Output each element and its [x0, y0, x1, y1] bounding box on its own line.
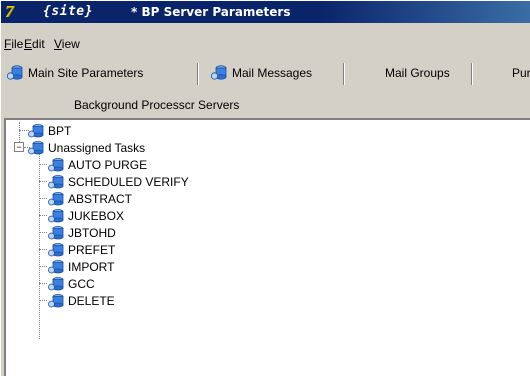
tab-main-site-parameters[interactable]: Main Site Parameters — [6, 61, 143, 85]
title-bar[interactable]: 7 {site} * BP Server Parameters — [1, 1, 530, 23]
tree-item-label: ABSTRACT — [68, 191, 133, 206]
tab-label: Pur — [512, 66, 530, 80]
toolbar-separator — [343, 63, 345, 85]
window-title-site: {site} — [43, 4, 93, 19]
tree-item-label: JUKEBOX — [68, 208, 125, 223]
tree-item-label: SCHEDULED VERIFY — [68, 174, 189, 189]
tree-item-label: PREFET — [68, 242, 116, 257]
database-icon — [48, 276, 64, 290]
menu-view[interactable]: View — [54, 37, 80, 51]
tree-item-import[interactable]: IMPORT — [47, 258, 114, 275]
tab-mail-groups[interactable]: Mail Groups — [385, 61, 450, 85]
tree-connector — [39, 266, 47, 267]
tree-item-delete[interactable]: DELETE — [47, 292, 115, 309]
tree-item-label: GCC — [68, 276, 95, 291]
tree-item-auto-purge[interactable]: AUTO PURGE — [47, 156, 147, 173]
tab-label: Mail Groups — [385, 66, 450, 80]
tree-item-label: AUTO PURGE — [68, 157, 148, 172]
database-icon — [48, 157, 64, 171]
server-tree[interactable]: − BPT Unassigned Tasks AUTO PURGE SCHEDU… — [4, 118, 530, 376]
tree-connector — [39, 215, 47, 216]
database-icon — [48, 174, 64, 188]
tree-item-unassigned-tasks[interactable]: Unassigned Tasks — [27, 139, 145, 156]
tab-label: Mail Messages — [232, 66, 313, 80]
database-icon — [48, 293, 64, 307]
tree-item-label: DELETE — [68, 293, 115, 308]
app-logo-icon: 7 — [5, 2, 14, 21]
tree-connector — [39, 181, 47, 182]
database-icon — [48, 242, 64, 256]
tree-item-scheduled-verify[interactable]: SCHEDULED VERIFY — [47, 173, 189, 190]
tree-item-prefet[interactable]: PREFET — [47, 241, 115, 258]
database-icon — [48, 191, 64, 205]
tree-connector — [39, 198, 47, 199]
toolbar: Main Site Parameters Mail Messages Mail … — [1, 59, 530, 87]
menu-edit[interactable]: Edit — [24, 37, 45, 51]
database-icon — [48, 225, 64, 239]
window-title: * BP Server Parameters — [131, 5, 291, 19]
tree-item-jukebox[interactable]: JUKEBOX — [47, 207, 124, 224]
collapse-icon[interactable]: − — [14, 142, 24, 152]
tree-connector — [39, 232, 47, 233]
tree-item-abstract[interactable]: ABSTRACT — [47, 190, 132, 207]
app-window: 7 {site} * BP Server Parameters File Edi… — [0, 0, 530, 376]
tree-connector — [39, 283, 47, 284]
tree-item-label: IMPORT — [68, 259, 115, 274]
tree-connector — [39, 300, 47, 301]
database-icon — [48, 208, 64, 222]
toolbar-separator — [471, 63, 473, 85]
tree-item-label: BPT — [48, 123, 72, 138]
tab-label: Main Site Parameters — [28, 66, 144, 80]
tree-connector — [39, 249, 47, 250]
database-icon — [28, 140, 44, 154]
section-label: Background Processcr Servers — [74, 98, 240, 112]
database-icon — [28, 123, 44, 137]
toolbar-separator — [197, 63, 199, 85]
tree-item-label: JBTOHD — [68, 225, 116, 240]
tree-item-jbtohd[interactable]: JBTOHD — [47, 224, 116, 241]
tab-purge[interactable]: Pur — [512, 61, 530, 85]
tree-item-gcc[interactable]: GCC — [47, 275, 95, 292]
menu-file[interactable]: File — [4, 37, 23, 51]
tree-connector — [39, 164, 47, 165]
database-icon — [210, 65, 227, 80]
menu-bar: File Edit View — [1, 36, 530, 54]
tree-item-label: Unassigned Tasks — [48, 140, 146, 155]
tab-mail-messages[interactable]: Mail Messages — [210, 61, 312, 85]
database-icon — [48, 259, 64, 273]
tree-item-bpt[interactable]: BPT — [27, 122, 71, 139]
database-icon — [6, 65, 23, 80]
